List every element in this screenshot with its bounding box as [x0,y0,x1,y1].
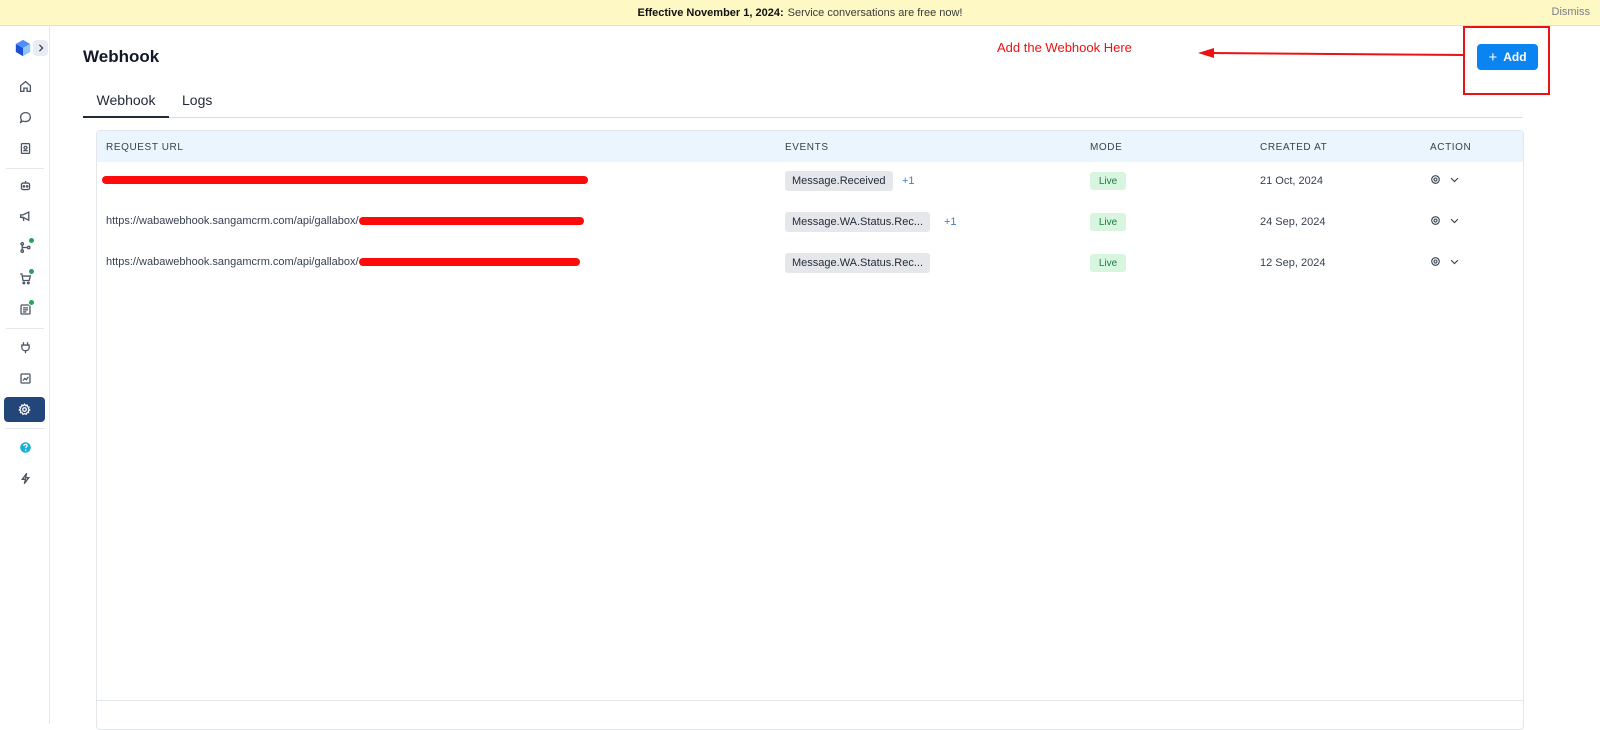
redacted-url-mark [358,258,580,267]
announcement-banner: Effective November 1, 2024: Service conv… [0,0,1600,26]
sidebar-item-commerce[interactable] [14,267,36,289]
column-header-request-url: REQUEST URL [106,142,184,153]
sidebar-divider [6,328,44,329]
analytics-icon [19,372,31,384]
sidebar-item-bot[interactable] [14,174,36,196]
help-icon [19,441,31,453]
column-header-events: EVENTS [785,142,829,153]
notification-dot [28,268,35,275]
request-url: https://wabawebhook.sangamcrm.com/api/ga… [106,215,584,227]
notification-dot [28,299,35,306]
request-url-text: https://wabawebhook.sangamcrm.com/api/ga… [106,256,359,268]
contacts-icon [20,142,30,154]
request-url [102,174,588,186]
sidebar-divider [6,168,44,169]
mode-badge: Live [1090,213,1126,231]
chevron-down-icon[interactable] [1449,174,1460,185]
settings-icon[interactable] [1430,215,1441,226]
tab-logs[interactable]: Logs [182,92,212,118]
banner-text: Service conversations are free now! [787,6,963,19]
chevron-right-icon [38,44,44,52]
created-at: 21 Oct, 2024 [1260,175,1323,187]
table-row[interactable]: Message.Received +1 Live 21 Oct, 2024 [97,162,1523,203]
redacted-url-mark [102,176,588,185]
row-actions [1430,215,1460,226]
sidebar-item-contacts[interactable] [14,137,36,159]
sidebar-item-chat[interactable] [14,106,36,128]
sidebar-item-campaigns[interactable] [14,205,36,227]
home-icon [19,80,31,92]
banner-bold-text: Effective November 1, 2024: [637,6,784,19]
annotation-label: Add the Webhook Here [997,40,1132,55]
settings-icon [18,403,31,416]
request-url-text: https://wabawebhook.sangamcrm.com/api/ga… [106,215,359,227]
chevron-down-icon[interactable] [1449,256,1460,267]
sidebar-item-settings[interactable] [4,397,45,422]
mode-badge: Live [1090,172,1126,190]
column-header-mode: MODE [1090,142,1123,153]
notification-dot [28,237,35,244]
sidebar-item-analytics[interactable] [14,367,36,389]
add-button-label: Add [1503,50,1527,64]
add-webhook-button[interactable]: + Add [1477,44,1538,70]
settings-icon[interactable] [1430,174,1441,185]
request-url: https://wabawebhook.sangamcrm.com/api/ga… [106,256,580,268]
megaphone-icon [19,210,29,221]
row-actions [1430,256,1460,267]
column-header-created-at: CREATED AT [1260,142,1328,153]
sidebar-expand-button[interactable] [33,40,48,56]
tab-bar: Webhook Logs [83,86,1523,118]
sidebar-item-forms[interactable] [14,298,36,320]
sidebar-item-flows[interactable] [14,236,36,258]
sidebar-item-integrations[interactable] [14,336,36,358]
annotation-arrow-icon [1198,48,1466,58]
redacted-url-mark [358,217,584,226]
tab-webhook[interactable]: Webhook [83,92,169,118]
row-actions [1430,174,1460,185]
sidebar [0,26,50,724]
settings-icon[interactable] [1430,256,1441,267]
dismiss-link[interactable]: Dismiss [1552,6,1591,18]
table-row[interactable]: https://wabawebhook.sangamcrm.com/api/ga… [97,244,1523,285]
table-footer-divider [97,700,1523,701]
event-tag: Message.WA.Status.Rec... [785,212,931,232]
table-header: REQUEST URL EVENTS MODE CREATED AT ACTIO… [97,131,1523,162]
webhook-table: REQUEST URL EVENTS MODE CREATED AT ACTIO… [96,130,1524,730]
bolt-icon [20,472,30,484]
sidebar-item-help[interactable] [14,436,36,458]
bot-icon [20,180,30,190]
more-events-link[interactable]: +1 [944,216,957,228]
sidebar-item-quick-actions[interactable] [14,467,36,489]
page-title: Webhook [83,47,160,66]
mode-badge: Live [1090,254,1126,272]
column-header-action: ACTION [1430,142,1472,153]
more-events-link[interactable]: +1 [902,175,915,187]
plug-icon [20,341,30,353]
table-row[interactable]: https://wabawebhook.sangamcrm.com/api/ga… [97,203,1523,244]
chat-icon [18,111,31,124]
created-at: 24 Sep, 2024 [1260,216,1326,228]
app-logo-icon[interactable] [14,39,32,57]
sidebar-item-home[interactable] [14,75,36,97]
event-tag: Message.Received [785,171,893,191]
created-at: 12 Sep, 2024 [1260,257,1326,269]
event-tag: Message.WA.Status.Rec... [785,253,931,273]
plus-icon: + [1488,48,1498,66]
chevron-down-icon[interactable] [1449,215,1460,226]
sidebar-divider [6,428,44,429]
